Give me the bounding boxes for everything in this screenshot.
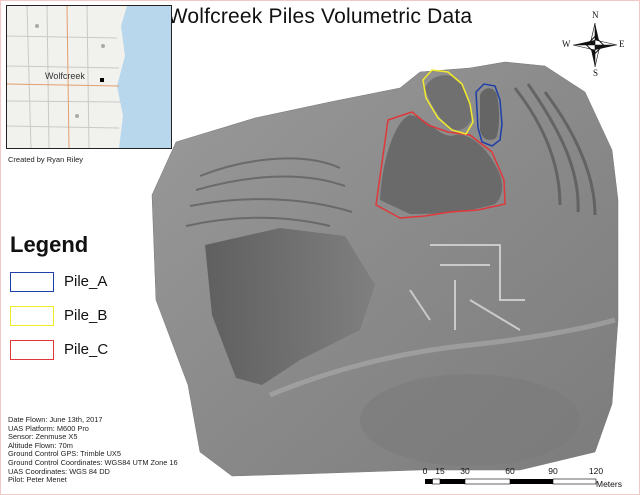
legend-swatch-pile-a [10, 272, 54, 292]
legend-label-pile-c: Pile_C [64, 341, 109, 358]
flight-metadata: Date Flown: June 13th, 2017 UAS Platform… [8, 415, 178, 485]
scale-bar: 0 15 30 60 90 120 Meters [420, 466, 630, 492]
scale-tick-label: 30 [460, 466, 470, 476]
legend-label-pile-a: Pile_A [64, 273, 108, 290]
credit-text: Created by Ryan Riley [8, 155, 84, 164]
location-marker [100, 78, 104, 82]
scale-tick-label: 120 [588, 466, 604, 476]
east-label: E [619, 39, 625, 49]
legend-item-pile-c: Pile_C [10, 340, 170, 364]
legend-swatch-pile-b [10, 306, 54, 326]
legend-item-pile-a: Pile_A [10, 272, 170, 296]
south-label: S [593, 68, 599, 78]
scale-tick-label: 15 [435, 466, 445, 476]
legend-swatch-pile-c [10, 340, 54, 360]
scale-segments [425, 478, 597, 485]
scale-tick-label: 90 [548, 466, 558, 476]
inset-map: Wolfcreek [6, 5, 172, 149]
inset-place-label: Wolfcreek [45, 71, 85, 81]
legend-item-pile-b: Pile_B [10, 306, 170, 330]
textured-area [360, 374, 580, 466]
pile-a-shape [480, 88, 500, 140]
legend-title: Legend [10, 232, 89, 257]
scale-tick-label: 60 [505, 466, 515, 476]
meta-line: Pilot: Peter Menet [8, 475, 67, 485]
west-label: W [562, 39, 571, 49]
inset-basemap [7, 6, 171, 148]
scale-units: Meters [596, 479, 622, 489]
scale-tick-label: 0 [422, 466, 428, 476]
north-arrow: N S E W [562, 10, 626, 80]
north-label: N [592, 10, 599, 20]
legend-label-pile-b: Pile_B [64, 307, 108, 324]
